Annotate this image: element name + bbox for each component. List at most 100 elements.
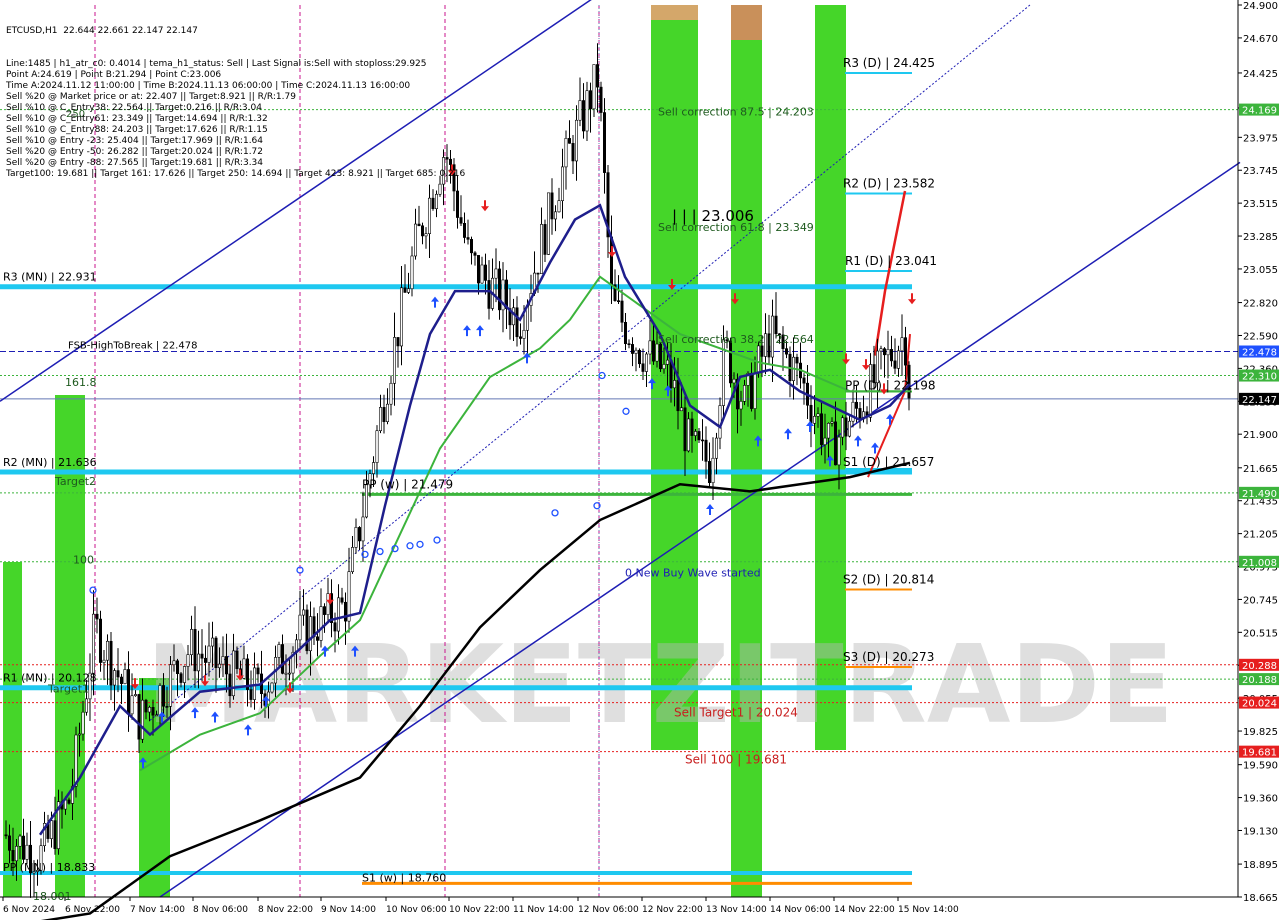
correction-38-label: Sell correction 38.2 | 22.564	[658, 333, 814, 346]
candle-body	[308, 616, 312, 652]
candle-body	[693, 431, 697, 436]
candle-body	[21, 835, 25, 860]
candle-body	[225, 656, 229, 675]
y-tick-label: 22.590	[1243, 331, 1278, 342]
sell-target1-label: Sell Target1 | 20.024	[674, 706, 798, 720]
candle-body	[809, 404, 813, 424]
candle-body	[546, 192, 550, 255]
candle-body	[235, 650, 239, 670]
candle-body	[287, 672, 291, 675]
candle-body	[812, 416, 816, 424]
candle-body	[81, 711, 85, 735]
x-tick-label: 6 Nov 2024	[3, 905, 55, 915]
candle-body	[588, 90, 592, 110]
candle-body	[49, 820, 53, 839]
candle-body	[25, 844, 29, 860]
price-badge-label: 20.188	[1242, 675, 1277, 686]
candle-body	[301, 609, 305, 616]
candle-body	[350, 547, 354, 572]
candle-body	[228, 673, 232, 697]
candle-body	[522, 329, 526, 339]
candle-body	[459, 217, 463, 224]
candle-body	[256, 667, 260, 675]
x-tick-label: 10 Nov 06:00	[386, 905, 447, 915]
candle-body	[882, 348, 886, 356]
candle-body	[183, 666, 187, 683]
y-tick-label: 23.055	[1243, 265, 1278, 276]
target2-label: Target2	[54, 475, 96, 488]
candle-body	[371, 462, 375, 474]
candle-body	[893, 360, 897, 369]
candle-body	[830, 421, 834, 424]
info-line: Time A:2024.11.12 11:00:00 | Time B:2024…	[6, 81, 411, 91]
candle-body	[511, 307, 515, 326]
price-badge-label: 24.169	[1242, 106, 1277, 117]
price-badge-label: 20.288	[1242, 661, 1277, 672]
y-tick-label: 19.590	[1243, 761, 1278, 772]
x-tick-label: 12 Nov 22:00	[642, 905, 703, 915]
candle-body	[417, 223, 421, 227]
candle-body	[574, 119, 578, 162]
y-tick-label: 23.975	[1243, 133, 1278, 144]
target1-label: Target1	[47, 683, 89, 696]
candle-body	[896, 350, 900, 369]
y-tick-label: 19.360	[1243, 794, 1278, 805]
candle-body	[662, 364, 666, 370]
info-line: Line:1485 | h1_atr_c0: 0.4014 | tema_h1_…	[6, 59, 427, 69]
candle-body	[749, 373, 753, 409]
candle-body	[844, 417, 848, 437]
candle-body	[155, 714, 159, 717]
candle-body	[242, 658, 246, 679]
candle-body	[473, 252, 477, 256]
info-line: Sell %10 @ C_Entry88: 24.203 || Target:1…	[6, 125, 268, 135]
y-tick-label: 22.820	[1243, 299, 1278, 310]
candle-body	[753, 372, 757, 409]
candle-body	[431, 197, 435, 209]
candle-body	[284, 672, 288, 675]
candle-body	[644, 353, 648, 372]
candle-body	[564, 138, 568, 168]
candle-body	[595, 64, 599, 88]
candle-body	[4, 834, 8, 837]
candle-body	[494, 268, 498, 279]
candle-body	[179, 673, 183, 683]
candle-body	[343, 601, 347, 622]
candle-body	[711, 457, 715, 484]
candle-body	[280, 644, 284, 674]
candle-body	[637, 349, 641, 365]
candle-body	[630, 344, 634, 354]
candle-body	[116, 670, 120, 678]
candle-body	[655, 343, 659, 362]
y-tick-label: 20.515	[1243, 628, 1278, 639]
candle-body	[728, 340, 732, 384]
r2-d-label: R2 (D) | 23.582	[843, 177, 935, 191]
candle-body	[169, 664, 173, 707]
x-tick-label: 13 Nov 14:00	[706, 905, 767, 915]
supply-zone	[731, 5, 762, 40]
candle-body	[847, 420, 851, 437]
candle-body	[756, 345, 760, 374]
candle-body	[795, 356, 799, 364]
x-tick-label: 10 Nov 22:00	[449, 905, 510, 915]
candle-body	[382, 407, 386, 422]
x-tick-label: 8 Nov 06:00	[193, 905, 248, 915]
candle-body	[571, 143, 575, 162]
candle-body	[816, 413, 820, 417]
candle-body	[438, 183, 442, 195]
candle-body	[469, 239, 473, 254]
candle-body	[858, 408, 862, 420]
candle-body	[672, 380, 676, 389]
y-tick-label: 19.825	[1243, 727, 1278, 738]
candle-body	[11, 850, 15, 862]
candle-body	[172, 660, 176, 666]
candle-body	[585, 90, 589, 132]
x-tick-label: 11 Nov 14:00	[513, 905, 574, 915]
candle-body	[53, 820, 57, 849]
candle-body	[599, 86, 603, 113]
candle-body	[837, 436, 841, 466]
candle-body	[120, 676, 124, 684]
candle-body	[162, 685, 166, 707]
candle-body	[567, 138, 571, 144]
candle-body	[676, 380, 680, 412]
info-line: Sell %20 @ Entry -88: 27.565 || Target:1…	[6, 158, 264, 168]
